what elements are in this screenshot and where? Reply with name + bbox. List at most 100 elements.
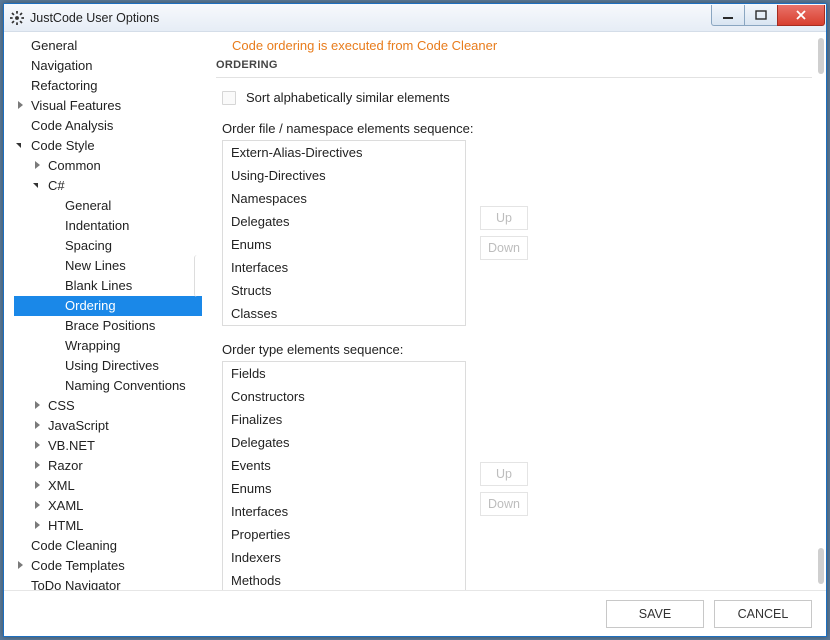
nav-item-label: XAML [48,498,83,513]
list-item[interactable]: Events [223,454,465,477]
list-item[interactable]: Delegates [223,210,465,233]
nav-item-refactoring[interactable]: Refactoring [14,76,202,96]
nav-item-label: Code Cleaning [31,538,117,553]
nav-item-code-cleaning[interactable]: Code Cleaning [14,536,202,556]
sort-alpha-row: Sort alphabetically similar elements [222,90,812,105]
chevron-right-icon[interactable] [16,99,26,109]
close-button[interactable] [777,5,825,26]
nav-item-visual-features[interactable]: Visual Features [14,96,202,116]
type-order-heading: Order type elements sequence: [222,342,812,357]
file-order-listbox[interactable]: Extern-Alias-DirectivesUsing-DirectivesN… [222,140,466,326]
list-item[interactable]: Properties [223,523,465,546]
file-order-down-button[interactable]: Down [480,236,528,260]
sort-alpha-checkbox[interactable] [222,91,236,105]
chevron-down-icon[interactable] [16,139,26,149]
chevron-right-icon[interactable] [33,399,43,409]
gear-icon [10,11,24,25]
chevron-down-icon[interactable] [33,179,43,189]
nav-item-code-templates[interactable]: Code Templates [14,556,202,576]
nav-item-c-[interactable]: C# [14,176,202,196]
list-item[interactable]: Using-Directives [223,164,465,187]
list-item[interactable]: Extern-Alias-Directives [223,141,465,164]
chevron-right-icon[interactable] [33,459,43,469]
chevron-right-icon[interactable] [33,439,43,449]
nav-item-label: JavaScript [48,418,109,433]
list-item[interactable]: Finalizes [223,408,465,431]
chevron-right-icon[interactable] [33,479,43,489]
chevron-right-icon[interactable] [33,519,43,529]
nav-item-label: Code Analysis [31,118,113,133]
titlebar[interactable]: JustCode User Options [4,4,826,32]
nav-item-ordering[interactable]: Ordering [14,296,202,316]
nav-tree: General Navigation Refactoring Visual Featu… [14,36,202,590]
nav-item-blank-lines[interactable]: Blank Lines [14,276,202,296]
nav-item-label: Code Style [31,138,95,153]
nav-item-label: Ordering [65,298,116,313]
nav-item-general[interactable]: General [14,36,202,56]
nav-item-label: Brace Positions [65,318,155,333]
chevron-right-icon[interactable] [33,499,43,509]
maximize-button[interactable] [744,5,778,26]
file-order-heading: Order file / namespace elements sequence… [222,121,812,136]
list-item[interactable]: Fields [223,362,465,385]
nav-item-wrapping[interactable]: Wrapping [14,336,202,356]
nav-item-general[interactable]: General [14,196,202,216]
nav-item-html[interactable]: HTML [14,516,202,536]
nav-item-label: General [31,38,77,53]
nav-item-code-analysis[interactable]: Code Analysis [14,116,202,136]
nav-item-label: New Lines [65,258,126,273]
nav-item-css[interactable]: CSS [14,396,202,416]
list-item[interactable]: Namespaces [223,187,465,210]
nav-item-xml[interactable]: XML [14,476,202,496]
nav-item-label: Wrapping [65,338,120,353]
nav-item-code-style[interactable]: Code Style [14,136,202,156]
main-panel: Code ordering is executed from Code Clea… [202,32,826,590]
nav-item-razor[interactable]: Razor [14,456,202,476]
scroll-thumb-top[interactable] [818,38,824,74]
nav-item-naming-conventions[interactable]: Naming Conventions [14,376,202,396]
list-item[interactable]: Structs [223,279,465,302]
type-order-listbox[interactable]: FieldsConstructorsFinalizesDelegatesEven… [222,361,466,590]
type-order-down-button[interactable]: Down [480,492,528,516]
minimize-button[interactable] [711,5,745,26]
chevron-right-icon[interactable] [33,419,43,429]
nav-item-label: XML [48,478,75,493]
nav-item-label: Code Templates [31,558,125,573]
nav-item-spacing[interactable]: Spacing [14,236,202,256]
nav-item-label: Blank Lines [65,278,132,293]
nav-item-todo-navigator[interactable]: ToDo Navigator [14,576,202,590]
save-button[interactable]: SAVE [606,600,704,628]
nav-item-label: Navigation [31,58,92,73]
nav-item-label: Using Directives [65,358,159,373]
list-item[interactable]: Interfaces [223,500,465,523]
type-order-up-button[interactable]: Up [480,462,528,486]
chevron-right-icon[interactable] [16,559,26,569]
nav-item-brace-positions[interactable]: Brace Positions [14,316,202,336]
list-item[interactable]: Enums [223,477,465,500]
chevron-right-icon[interactable] [33,159,43,169]
nav-item-vb-net[interactable]: VB.NET [14,436,202,456]
nav-item-common[interactable]: Common [14,156,202,176]
nav-item-label: CSS [48,398,75,413]
list-item[interactable]: Interfaces [223,256,465,279]
nav-item-navigation[interactable]: Navigation [14,56,202,76]
nav-item-label: Refactoring [31,78,97,93]
file-order-up-button[interactable]: Up [480,206,528,230]
scrollbar[interactable] [818,34,824,588]
list-item[interactable]: Classes [223,302,465,325]
list-item[interactable]: Methods [223,569,465,590]
nav-item-label: C# [48,178,65,193]
list-item[interactable]: Indexers [223,546,465,569]
nav-item-using-directives[interactable]: Using Directives [14,356,202,376]
nav-item-javascript[interactable]: JavaScript [14,416,202,436]
list-item[interactable]: Constructors [223,385,465,408]
cancel-button[interactable]: CANCEL [714,600,812,628]
nav-item-indentation[interactable]: Indentation [14,216,202,236]
nav-item-label: VB.NET [48,438,95,453]
notice-text: Code ordering is executed from Code Clea… [216,36,812,59]
nav-item-new-lines[interactable]: New Lines [14,256,202,276]
nav-item-xaml[interactable]: XAML [14,496,202,516]
scroll-thumb-bottom[interactable] [818,548,824,584]
list-item[interactable]: Delegates [223,431,465,454]
list-item[interactable]: Enums [223,233,465,256]
